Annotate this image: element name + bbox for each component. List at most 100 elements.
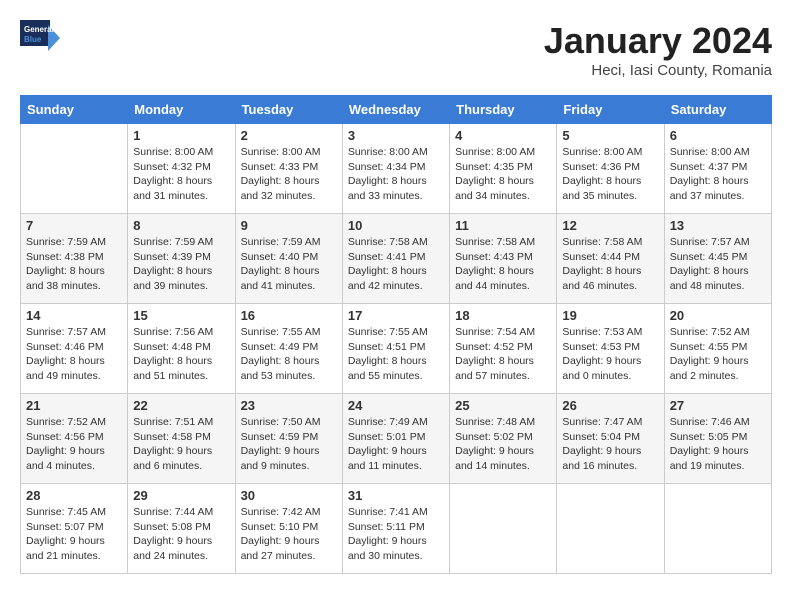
calendar-week-row: 14 Sunrise: 7:57 AM Sunset: 4:46 PM Dayli… <box>21 304 772 394</box>
day-info: Sunrise: 7:47 AM Sunset: 5:04 PM Dayligh… <box>562 415 658 474</box>
day-number: 9 <box>241 218 337 233</box>
calendar-week-row: 28 Sunrise: 7:45 AM Sunset: 5:07 PM Dayli… <box>21 484 772 574</box>
day-info: Sunrise: 7:51 AM Sunset: 4:58 PM Dayligh… <box>133 415 229 474</box>
day-number: 19 <box>562 308 658 323</box>
table-row: 8 Sunrise: 7:59 AM Sunset: 4:39 PM Daylig… <box>128 214 235 304</box>
table-row: 9 Sunrise: 7:59 AM Sunset: 4:40 PM Daylig… <box>235 214 342 304</box>
col-tuesday: Tuesday <box>235 96 342 124</box>
day-number: 13 <box>670 218 766 233</box>
day-number: 18 <box>455 308 551 323</box>
day-number: 20 <box>670 308 766 323</box>
day-info: Sunrise: 7:59 AM Sunset: 4:38 PM Dayligh… <box>26 235 122 294</box>
day-number: 16 <box>241 308 337 323</box>
col-sunday: Sunday <box>21 96 128 124</box>
day-info: Sunrise: 7:46 AM Sunset: 5:05 PM Dayligh… <box>670 415 766 474</box>
day-number: 27 <box>670 398 766 413</box>
day-number: 24 <box>348 398 444 413</box>
table-row: 30Sunrise: 7:42 AM Sunset: 5:10 PM Dayli… <box>235 484 342 574</box>
day-info: Sunrise: 7:50 AM Sunset: 4:59 PM Dayligh… <box>241 415 337 474</box>
col-monday: Monday <box>128 96 235 124</box>
day-info: Sunrise: 7:45 AM Sunset: 5:07 PM Dayligh… <box>26 505 122 564</box>
col-wednesday: Wednesday <box>342 96 449 124</box>
table-row: 11 Sunrise: 7:58 AM Sunset: 4:43 PM Dayli… <box>450 214 557 304</box>
day-number: 5 <box>562 128 658 143</box>
day-number: 30 <box>241 488 337 503</box>
table-row: 3 Sunrise: 8:00 AM Sunset: 4:34 PM Daylig… <box>342 124 449 214</box>
day-number: 6 <box>670 128 766 143</box>
day-info: Sunrise: 8:00 AM Sunset: 4:34 PM Dayligh… <box>348 145 444 204</box>
day-number: 29 <box>133 488 229 503</box>
table-row: 15Sunrise: 7:56 AM Sunset: 4:48 PM Dayli… <box>128 304 235 394</box>
day-info: Sunrise: 7:58 AM Sunset: 4:41 PM Dayligh… <box>348 235 444 294</box>
svg-text:General: General <box>24 25 54 34</box>
table-row: 10Sunrise: 7:58 AM Sunset: 4:41 PM Dayli… <box>342 214 449 304</box>
table-row: 27 Sunrise: 7:46 AM Sunset: 5:05 PM Dayli… <box>664 394 771 484</box>
day-info: Sunrise: 8:00 AM Sunset: 4:37 PM Dayligh… <box>670 145 766 204</box>
table-row: 19 Sunrise: 7:53 AM Sunset: 4:53 PM Dayli… <box>557 304 664 394</box>
calendar-header-row: Sunday Monday Tuesday Wednesday Thursday… <box>21 96 772 124</box>
day-number: 4 <box>455 128 551 143</box>
table-row <box>450 484 557 574</box>
day-info: Sunrise: 7:53 AM Sunset: 4:53 PM Dayligh… <box>562 325 658 384</box>
day-info: Sunrise: 7:55 AM Sunset: 4:51 PM Dayligh… <box>348 325 444 384</box>
table-row <box>557 484 664 574</box>
day-number: 23 <box>241 398 337 413</box>
col-saturday: Saturday <box>664 96 771 124</box>
col-friday: Friday <box>557 96 664 124</box>
day-number: 22 <box>133 398 229 413</box>
table-row: 16 Sunrise: 7:55 AM Sunset: 4:49 PM Dayli… <box>235 304 342 394</box>
day-info: Sunrise: 7:55 AM Sunset: 4:49 PM Dayligh… <box>241 325 337 384</box>
day-info: Sunrise: 7:58 AM Sunset: 4:43 PM Dayligh… <box>455 235 551 294</box>
table-row: 28 Sunrise: 7:45 AM Sunset: 5:07 PM Dayli… <box>21 484 128 574</box>
table-row <box>664 484 771 574</box>
calendar-week-row: 21 Sunrise: 7:52 AM Sunset: 4:56 PM Dayli… <box>21 394 772 484</box>
day-number: 11 <box>455 218 551 233</box>
day-info: Sunrise: 7:41 AM Sunset: 5:11 PM Dayligh… <box>348 505 444 564</box>
calendar-table: Sunday Monday Tuesday Wednesday Thursday… <box>20 95 772 574</box>
day-info: Sunrise: 7:44 AM Sunset: 5:08 PM Dayligh… <box>133 505 229 564</box>
day-number: 26 <box>562 398 658 413</box>
table-row: 22 Sunrise: 7:51 AM Sunset: 4:58 PM Dayli… <box>128 394 235 484</box>
day-info: Sunrise: 7:58 AM Sunset: 4:44 PM Dayligh… <box>562 235 658 294</box>
day-info: Sunrise: 7:57 AM Sunset: 4:46 PM Dayligh… <box>26 325 122 384</box>
day-number: 15 <box>133 308 229 323</box>
day-number: 14 <box>26 308 122 323</box>
title-section: January 2024 Heci, Iasi County, Romania <box>544 20 772 79</box>
day-number: 2 <box>241 128 337 143</box>
day-number: 1 <box>133 128 229 143</box>
day-info: Sunrise: 7:59 AM Sunset: 4:39 PM Dayligh… <box>133 235 229 294</box>
table-row: 26 Sunrise: 7:47 AM Sunset: 5:04 PM Dayli… <box>557 394 664 484</box>
day-number: 28 <box>26 488 122 503</box>
table-row <box>21 124 128 214</box>
day-info: Sunrise: 7:54 AM Sunset: 4:52 PM Dayligh… <box>455 325 551 384</box>
page-header: General Blue January 2024 Heci, Iasi Cou… <box>20 20 772 79</box>
day-number: 21 <box>26 398 122 413</box>
calendar-week-row: 7 Sunrise: 7:59 AM Sunset: 4:38 PM Daylig… <box>21 214 772 304</box>
col-thursday: Thursday <box>450 96 557 124</box>
day-number: 31 <box>348 488 444 503</box>
logo: General Blue <box>20 20 64 61</box>
table-row: 17Sunrise: 7:55 AM Sunset: 4:51 PM Dayli… <box>342 304 449 394</box>
day-info: Sunrise: 8:00 AM Sunset: 4:36 PM Dayligh… <box>562 145 658 204</box>
month-title: January 2024 <box>544 20 772 62</box>
table-row: 2Sunrise: 8:00 AM Sunset: 4:33 PM Daylig… <box>235 124 342 214</box>
day-number: 3 <box>348 128 444 143</box>
table-row: 13 Sunrise: 7:57 AM Sunset: 4:45 PM Dayli… <box>664 214 771 304</box>
day-number: 7 <box>26 218 122 233</box>
day-info: Sunrise: 7:59 AM Sunset: 4:40 PM Dayligh… <box>241 235 337 294</box>
day-info: Sunrise: 8:00 AM Sunset: 4:35 PM Dayligh… <box>455 145 551 204</box>
day-info: Sunrise: 7:52 AM Sunset: 4:56 PM Dayligh… <box>26 415 122 474</box>
logo-icon: General Blue <box>20 20 60 56</box>
table-row: 4 Sunrise: 8:00 AM Sunset: 4:35 PM Daylig… <box>450 124 557 214</box>
day-info: Sunrise: 7:49 AM Sunset: 5:01 PM Dayligh… <box>348 415 444 474</box>
day-info: Sunrise: 7:57 AM Sunset: 4:45 PM Dayligh… <box>670 235 766 294</box>
table-row: 24 Sunrise: 7:49 AM Sunset: 5:01 PM Dayli… <box>342 394 449 484</box>
day-number: 8 <box>133 218 229 233</box>
table-row: 5 Sunrise: 8:00 AM Sunset: 4:36 PM Daylig… <box>557 124 664 214</box>
table-row: 7 Sunrise: 7:59 AM Sunset: 4:38 PM Daylig… <box>21 214 128 304</box>
table-row: 21 Sunrise: 7:52 AM Sunset: 4:56 PM Dayli… <box>21 394 128 484</box>
calendar-week-row: 1Sunrise: 8:00 AM Sunset: 4:32 PM Daylig… <box>21 124 772 214</box>
table-row: 23 Sunrise: 7:50 AM Sunset: 4:59 PM Dayli… <box>235 394 342 484</box>
table-row: 1Sunrise: 8:00 AM Sunset: 4:32 PM Daylig… <box>128 124 235 214</box>
table-row: 20Sunrise: 7:52 AM Sunset: 4:55 PM Dayli… <box>664 304 771 394</box>
